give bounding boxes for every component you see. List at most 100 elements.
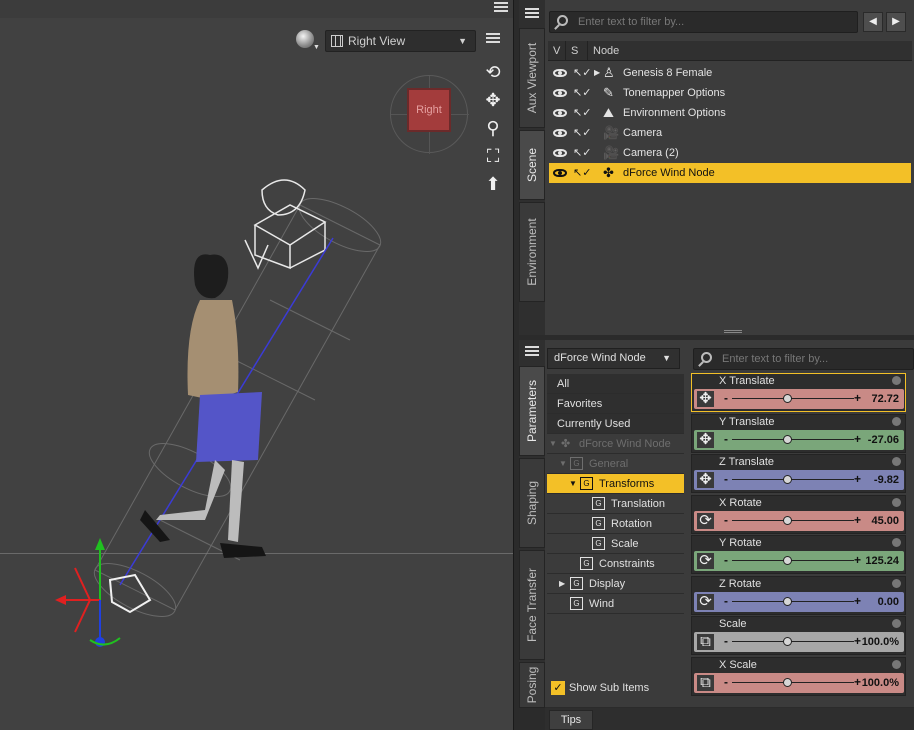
parameter-slider[interactable]: ⟳ - +45.00 bbox=[694, 510, 904, 531]
tab-scene[interactable]: Scene bbox=[519, 130, 545, 200]
node-select-dropdown[interactable]: dForce Wind Node ▼ bbox=[547, 348, 680, 369]
tab-aux-viewport[interactable]: Aux Viewport bbox=[519, 28, 545, 128]
parameter-y-rotate[interactable]: Y Rotate ⟳ - +125.24 bbox=[691, 535, 906, 574]
increment-icon[interactable]: + bbox=[854, 673, 861, 692]
parameter-value[interactable]: 72.72 bbox=[871, 389, 899, 409]
gear-icon[interactable] bbox=[892, 497, 901, 507]
eye-icon[interactable] bbox=[553, 109, 567, 117]
slider-track[interactable] bbox=[732, 560, 854, 561]
parameter-scale[interactable]: Scale ⧉ - +100.0% bbox=[691, 616, 906, 655]
parameters-filter-input[interactable]: Enter text to filter by... bbox=[693, 348, 914, 370]
slider-track[interactable] bbox=[732, 479, 854, 480]
eye-icon[interactable] bbox=[553, 69, 567, 77]
parameter-slider[interactable]: ⟳ - +0.00 bbox=[694, 591, 904, 612]
tree-item-favorites[interactable]: Favorites bbox=[547, 394, 684, 414]
slider-track[interactable] bbox=[732, 600, 854, 602]
scene-row-genesis-8-female[interactable]: ↖✓ ▶ ♙ Genesis 8 Female bbox=[549, 63, 911, 83]
slider-track[interactable] bbox=[732, 641, 854, 642]
parameter-value[interactable]: 100.0% bbox=[862, 632, 899, 652]
column-visible[interactable]: V bbox=[548, 41, 566, 61]
slider-track[interactable] bbox=[732, 438, 854, 440]
parameter-slider[interactable]: ✥ - + -27.06 bbox=[694, 429, 904, 450]
slider-track[interactable] bbox=[732, 519, 854, 521]
expand-arrow-icon[interactable]: ▶ bbox=[559, 574, 565, 594]
selectable-arrow-icon[interactable]: ↖✓ bbox=[573, 143, 591, 163]
parameter-slider[interactable]: ⧉ - +100.0% bbox=[694, 632, 904, 652]
pane-menu-icon[interactable] bbox=[525, 346, 539, 358]
selectable-arrow-icon[interactable]: ↖✓ bbox=[573, 123, 591, 143]
column-selectable[interactable]: S bbox=[566, 41, 588, 61]
increment-icon[interactable]: + bbox=[854, 389, 861, 408]
gear-icon[interactable] bbox=[892, 659, 901, 669]
tab-posing[interactable]: Posing bbox=[519, 662, 545, 708]
eye-icon[interactable] bbox=[553, 89, 567, 97]
scene-3d-render[interactable] bbox=[0, 0, 514, 730]
tree-item-all[interactable]: All bbox=[547, 374, 684, 394]
parameter-slider[interactable]: ⧉ - +100.0% bbox=[694, 672, 904, 693]
gear-icon[interactable] bbox=[892, 457, 901, 466]
eye-icon[interactable] bbox=[553, 169, 567, 177]
parameter-value[interactable]: 100.0% bbox=[862, 673, 899, 693]
tree-item-translation[interactable]: G Translation bbox=[547, 494, 684, 514]
tree-item-currently-used[interactable]: Currently Used bbox=[547, 414, 684, 434]
slider-knob[interactable] bbox=[783, 596, 793, 606]
slider-track[interactable] bbox=[732, 681, 854, 683]
parameter-y-translate[interactable]: Y Translate ✥ - + -27.06 bbox=[691, 413, 906, 453]
tab-face-transfer[interactable]: Face Transfer bbox=[519, 550, 545, 660]
parameter-value[interactable]: 0.00 bbox=[878, 592, 899, 612]
parameter-x-rotate[interactable]: X Rotate ⟳ - +45.00 bbox=[691, 494, 906, 534]
parameter-x-translate[interactable]: X Translate ✥ - +72.72 bbox=[691, 373, 906, 412]
tree-item-transforms[interactable]: ▼ G Transforms bbox=[547, 474, 684, 494]
scene-row-tonemapper-options[interactable]: ↖✓ ✎ Tonemapper Options bbox=[549, 83, 911, 103]
column-node[interactable]: Node bbox=[588, 41, 912, 61]
tab-environment[interactable]: Environment bbox=[519, 202, 545, 302]
gear-icon[interactable] bbox=[892, 376, 901, 385]
slider-knob[interactable] bbox=[783, 556, 793, 565]
tab-shaping[interactable]: Shaping bbox=[519, 458, 545, 548]
increment-icon[interactable]: + bbox=[854, 470, 861, 489]
parameter-value[interactable]: 45.00 bbox=[871, 511, 899, 531]
increment-icon[interactable]: + bbox=[854, 551, 861, 570]
scene-row-camera-2[interactable]: ↖✓ 🎥 Camera (2) bbox=[549, 143, 911, 163]
selectable-arrow-icon[interactable]: ↖✓ bbox=[573, 83, 591, 103]
slider-track[interactable] bbox=[732, 398, 854, 399]
tree-item-root-node[interactable]: ▼ ✤ dForce Wind Node bbox=[547, 434, 684, 454]
decrement-icon[interactable]: - bbox=[724, 632, 728, 651]
eye-icon[interactable] bbox=[553, 129, 567, 137]
selectable-arrow-icon[interactable]: ↖✓ bbox=[573, 63, 591, 83]
gear-icon[interactable] bbox=[892, 416, 901, 426]
collapse-arrow-icon[interactable]: ▼ bbox=[549, 434, 557, 454]
increment-icon[interactable]: + bbox=[854, 430, 861, 449]
parameter-z-translate[interactable]: Z Translate ✥ - + -9.82 bbox=[691, 454, 906, 493]
parameter-slider[interactable]: ✥ - + -9.82 bbox=[694, 470, 904, 490]
expand-arrow-icon[interactable]: ▶ bbox=[594, 63, 600, 83]
viewport[interactable]: ▼ Right View ▼ Right ⟲ ✥ ⚲ ⛶ ⬆ bbox=[0, 0, 514, 730]
decrement-icon[interactable]: - bbox=[724, 511, 728, 530]
slider-knob[interactable] bbox=[783, 677, 793, 687]
parameter-z-rotate[interactable]: Z Rotate ⟳ - +0.00 bbox=[691, 575, 906, 615]
decrement-icon[interactable]: - bbox=[724, 430, 728, 449]
tab-tips[interactable]: Tips bbox=[549, 710, 593, 730]
tree-item-wind[interactable]: G Wind bbox=[547, 594, 684, 614]
slider-knob[interactable] bbox=[783, 394, 793, 403]
parameter-value[interactable]: -27.06 bbox=[868, 430, 899, 450]
increment-icon[interactable]: + bbox=[854, 632, 861, 651]
tree-item-display[interactable]: ▶ G Display bbox=[547, 574, 684, 594]
panel-splitter-handle[interactable] bbox=[724, 330, 742, 333]
tree-item-constraints[interactable]: G Constraints bbox=[547, 554, 684, 574]
eye-icon[interactable] bbox=[553, 149, 567, 157]
filter-forward-button[interactable]: ▶ bbox=[886, 12, 906, 32]
parameter-value[interactable]: -9.82 bbox=[874, 470, 899, 490]
selectable-arrow-icon[interactable]: ↖✓ bbox=[573, 103, 591, 123]
parameter-value[interactable]: 125.24 bbox=[865, 551, 899, 571]
tree-item-scale[interactable]: G Scale bbox=[547, 534, 684, 554]
slider-knob[interactable] bbox=[783, 637, 793, 646]
pane-menu-icon[interactable] bbox=[525, 8, 539, 20]
scene-row-camera[interactable]: ↖✓ 🎥 Camera bbox=[549, 123, 911, 143]
tree-item-rotation[interactable]: G Rotation bbox=[547, 514, 684, 534]
parameter-slider[interactable]: ✥ - +72.72 bbox=[694, 389, 904, 409]
scene-filter-input[interactable]: Enter text to filter by... bbox=[549, 11, 858, 33]
tab-parameters[interactable]: Parameters bbox=[519, 366, 545, 456]
decrement-icon[interactable]: - bbox=[724, 592, 728, 611]
filter-back-button[interactable]: ◀ bbox=[863, 12, 883, 32]
